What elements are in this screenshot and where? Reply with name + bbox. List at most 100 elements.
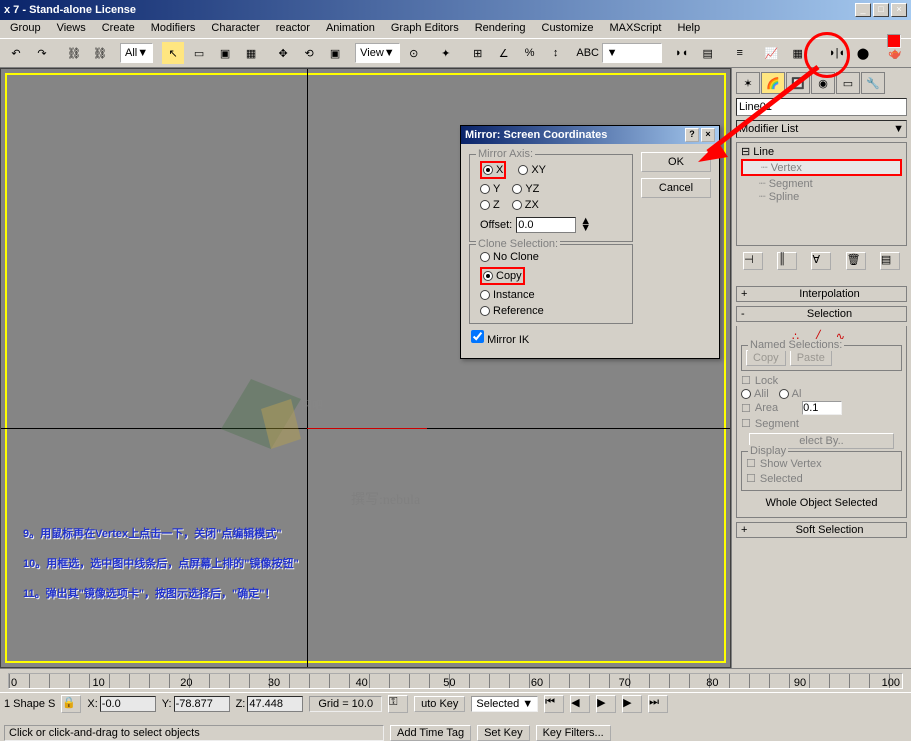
axis-x-radio[interactable]: X bbox=[483, 164, 503, 176]
display-tab-icon[interactable]: ▭ bbox=[836, 72, 860, 94]
z-coord-input[interactable] bbox=[247, 696, 303, 712]
schematic-icon[interactable]: ▦ bbox=[786, 41, 810, 65]
area-value-input[interactable] bbox=[802, 401, 842, 415]
modifier-list-drop[interactable]: Modifier List▼ bbox=[736, 120, 907, 138]
area-checkbox[interactable]: ☐ Area bbox=[741, 400, 902, 416]
goto-start-icon[interactable]: ⏮ bbox=[544, 695, 564, 713]
rollout-soft-selection[interactable]: +Soft Selection bbox=[736, 522, 907, 538]
axis-z-radio[interactable]: Z bbox=[480, 199, 500, 211]
minimize-button[interactable]: _ bbox=[855, 3, 871, 17]
addtimetag-button[interactable]: Add Time Tag bbox=[390, 725, 471, 741]
show-result-icon[interactable]: ║ bbox=[777, 252, 797, 270]
show-vertex-checkbox[interactable]: ☐ Show Vertex bbox=[746, 456, 897, 471]
clone-reference-radio[interactable]: Reference bbox=[480, 305, 622, 317]
mirror-icon[interactable]: ◗◖ bbox=[670, 41, 694, 65]
modify-tab-icon[interactable]: 🌈 bbox=[761, 72, 785, 94]
menu-customize[interactable]: Customize bbox=[536, 22, 600, 36]
material-editor-icon[interactable]: ⬤ bbox=[851, 41, 875, 65]
menu-modifiers[interactable]: Modifiers bbox=[145, 22, 202, 36]
dialog-close-icon[interactable]: × bbox=[701, 128, 715, 142]
refcoord-drop[interactable]: View ▼ bbox=[355, 43, 400, 63]
menu-character[interactable]: Character bbox=[205, 22, 265, 36]
rollout-interpolation[interactable]: +Interpolation bbox=[736, 286, 907, 302]
axis-zx-radio[interactable]: ZX bbox=[512, 199, 539, 211]
rotate-icon[interactable]: ⟲ bbox=[297, 41, 321, 65]
close-button[interactable]: × bbox=[891, 3, 907, 17]
menu-create[interactable]: Create bbox=[96, 22, 141, 36]
stack-root-line[interactable]: ⊟ Line bbox=[741, 145, 902, 158]
axis-xy-radio[interactable]: XY bbox=[518, 161, 546, 179]
undo-icon[interactable]: ↶ bbox=[4, 41, 28, 65]
select-region-icon[interactable]: ▣ bbox=[213, 41, 237, 65]
maximize-button[interactable]: □ bbox=[873, 3, 889, 17]
mirror-button-icon[interactable]: ◗|◖ bbox=[825, 41, 849, 65]
motion-tab-icon[interactable]: ◉ bbox=[811, 72, 835, 94]
link-icon[interactable]: ⛓ bbox=[62, 41, 86, 65]
menu-animation[interactable]: Animation bbox=[320, 22, 381, 36]
layers-icon[interactable]: ≡ bbox=[728, 41, 752, 65]
clone-instance-radio[interactable]: Instance bbox=[480, 289, 622, 301]
menu-views[interactable]: Views bbox=[51, 22, 92, 36]
snap-angle-icon[interactable]: ∠ bbox=[492, 41, 516, 65]
remove-modifier-icon[interactable]: 🗑 bbox=[846, 252, 866, 270]
dialog-titlebar[interactable]: Mirror: Screen Coordinates ? × bbox=[461, 126, 719, 144]
stack-vertex[interactable]: ┈ Vertex bbox=[741, 159, 902, 176]
create-tab-icon[interactable]: ✶ bbox=[736, 72, 760, 94]
mirror-ik-checkbox[interactable]: Mirror IK bbox=[471, 334, 529, 346]
object-name-input[interactable] bbox=[736, 98, 907, 116]
spinner-down-icon[interactable]: ▼ bbox=[580, 225, 591, 232]
goto-end-icon[interactable]: ⏭ bbox=[648, 695, 668, 713]
snap-percent-icon[interactable]: % bbox=[518, 41, 542, 65]
shape-line[interactable] bbox=[307, 428, 427, 429]
align-icon[interactable]: ▤ bbox=[696, 41, 720, 65]
spinner-snap-icon[interactable]: ↕ bbox=[544, 41, 568, 65]
scale-icon[interactable]: ▣ bbox=[323, 41, 347, 65]
named-sel-set-icon[interactable]: ABC bbox=[576, 41, 600, 65]
utilities-tab-icon[interactable]: 🔧 bbox=[861, 72, 885, 94]
hierarchy-tab-icon[interactable]: 🔲 bbox=[786, 72, 810, 94]
menu-reactor[interactable]: reactor bbox=[270, 22, 316, 36]
alil-radio[interactable]: Alil bbox=[741, 388, 769, 400]
keyfilters-button[interactable]: Key Filters... bbox=[536, 725, 611, 741]
redo-icon[interactable]: ↷ bbox=[30, 41, 54, 65]
lock-checkbox[interactable]: ☐ Lock bbox=[741, 373, 902, 388]
prev-frame-icon[interactable]: ◀ bbox=[570, 695, 590, 713]
key-icon[interactable]: ⚿ bbox=[388, 695, 408, 713]
autokey-button[interactable]: uto Key bbox=[414, 696, 465, 712]
timeline[interactable]: 0 10 20 30 40 50 60 70 80 90 100 bbox=[0, 668, 911, 692]
ok-button[interactable]: OK bbox=[641, 152, 711, 172]
selection-filter-drop[interactable]: All ▼ bbox=[120, 43, 153, 63]
axis-yz-radio[interactable]: YZ bbox=[512, 183, 539, 195]
play-icon[interactable]: ▶ bbox=[596, 695, 616, 713]
menu-maxscript[interactable]: MAXScript bbox=[603, 22, 667, 36]
modifier-stack[interactable]: ⊟ Line ┈ Vertex ┈ Segment ┈ Spline bbox=[736, 142, 907, 246]
setkey-button[interactable]: Set Key bbox=[477, 725, 530, 741]
offset-input[interactable] bbox=[516, 217, 576, 233]
dialog-help-icon[interactable]: ? bbox=[685, 128, 699, 142]
x-coord-input[interactable] bbox=[100, 696, 156, 712]
menu-grapheditors[interactable]: Graph Editors bbox=[385, 22, 465, 36]
window-crossing-icon[interactable]: ▦ bbox=[239, 41, 263, 65]
snap-icon[interactable]: ⊞ bbox=[466, 41, 490, 65]
stack-spline[interactable]: ┈ Spline bbox=[741, 190, 902, 203]
y-coord-input[interactable] bbox=[174, 696, 230, 712]
keymode-drop[interactable]: Selected ▼ bbox=[471, 696, 538, 712]
select-icon[interactable]: ↖ bbox=[161, 41, 185, 65]
axis-y-radio[interactable]: Y bbox=[480, 183, 500, 195]
configure-sets-icon[interactable]: ▤ bbox=[880, 252, 900, 270]
lock-selection-icon[interactable]: 🔒 bbox=[61, 695, 81, 713]
next-frame-icon[interactable]: ▶ bbox=[622, 695, 642, 713]
menu-help[interactable]: Help bbox=[671, 22, 706, 36]
manipulate-icon[interactable]: ✦ bbox=[434, 41, 458, 65]
al-radio[interactable]: Al bbox=[779, 388, 802, 400]
cancel-button[interactable]: Cancel bbox=[641, 178, 711, 198]
stack-segment[interactable]: ┈ Segment bbox=[741, 177, 902, 190]
curve-editor-icon[interactable]: 📈 bbox=[760, 41, 784, 65]
pin-stack-icon[interactable]: ⊣ bbox=[743, 252, 763, 270]
make-unique-icon[interactable]: ∀ bbox=[811, 252, 831, 270]
clone-none-radio[interactable]: No Clone bbox=[480, 251, 622, 263]
clone-copy-radio[interactable]: Copy bbox=[483, 270, 522, 282]
move-icon[interactable]: ✥ bbox=[271, 41, 295, 65]
unlink-icon[interactable]: ⛓ bbox=[88, 41, 112, 65]
rollout-selection[interactable]: -Selection bbox=[736, 306, 907, 322]
